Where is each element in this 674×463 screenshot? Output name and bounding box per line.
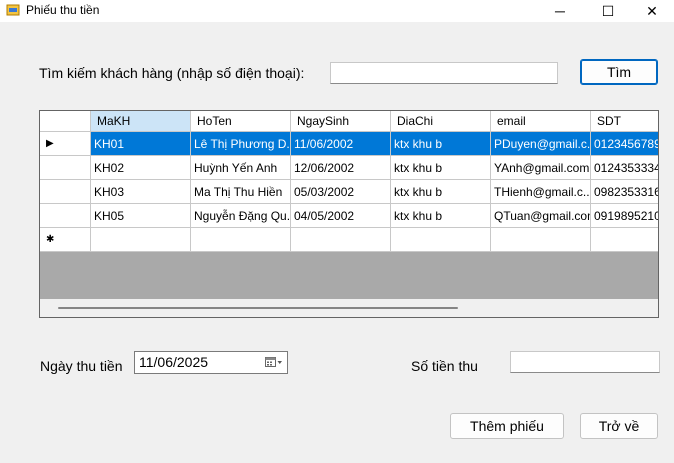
maximize-button[interactable]: ☐: [586, 0, 630, 22]
column-header-diachi[interactable]: DiaChi: [391, 111, 491, 132]
new-row-icon: ✱: [46, 234, 55, 245]
new-cell-makh[interactable]: [91, 228, 191, 252]
column-header-makh[interactable]: MaKH: [91, 111, 191, 132]
search-input[interactable]: [330, 62, 558, 84]
cell-ngaysinh[interactable]: 12/06/2002: [291, 156, 391, 180]
column-header-hoten[interactable]: HoTen: [191, 111, 291, 132]
new-row[interactable]: ✱: [40, 228, 658, 252]
row-header[interactable]: [40, 180, 91, 204]
new-cell-sdt[interactable]: [591, 228, 658, 252]
date-label: Ngày thu tiền: [40, 358, 123, 374]
table-row[interactable]: KH02 Huỳnh Yến Anh 12/06/2002 ktx khu b …: [40, 156, 658, 180]
search-button[interactable]: Tìm: [580, 59, 658, 85]
cell-email[interactable]: QTuan@gmail.com: [491, 204, 591, 228]
amount-label: Số tiền thu: [411, 358, 478, 374]
cell-ngaysinh[interactable]: 05/03/2002: [291, 180, 391, 204]
cell-makh[interactable]: KH03: [91, 180, 191, 204]
cell-hoten[interactable]: Lê Thị Phương D...: [191, 132, 291, 156]
cell-hoten[interactable]: Huỳnh Yến Anh: [191, 156, 291, 180]
new-cell-email[interactable]: [491, 228, 591, 252]
cell-email[interactable]: PDuyen@gmail.c...: [491, 132, 591, 156]
cell-sdt[interactable]: 0123456789: [591, 132, 658, 156]
current-row-icon: ▶: [46, 138, 54, 149]
date-value: 11/06/2025: [139, 354, 209, 370]
title-bar: Phiếu thu tiền ─ ☐ ✕: [0, 0, 674, 22]
app-icon: [6, 4, 20, 16]
cell-email[interactable]: THienh@gmail.c...: [491, 180, 591, 204]
row-header[interactable]: ✱: [40, 228, 91, 252]
cell-email[interactable]: YAnh@gmail.com: [491, 156, 591, 180]
cell-hoten[interactable]: Nguyễn Đặng Qu...: [191, 204, 291, 228]
cell-diachi[interactable]: ktx khu b: [391, 156, 491, 180]
scrollbar-thumb[interactable]: [58, 307, 458, 309]
cell-makh[interactable]: KH05: [91, 204, 191, 228]
table-row[interactable]: KH05 Nguyễn Đặng Qu... 04/05/2002 ktx kh…: [40, 204, 658, 228]
cell-makh[interactable]: KH02: [91, 156, 191, 180]
customer-grid[interactable]: MaKH HoTen NgaySinh DiaChi email SDT ▶ K…: [39, 110, 659, 318]
cell-sdt[interactable]: 0919895210: [591, 204, 658, 228]
cell-makh[interactable]: KH01: [91, 132, 191, 156]
horizontal-scrollbar[interactable]: [40, 299, 658, 317]
cell-diachi[interactable]: ktx khu b: [391, 132, 491, 156]
row-header[interactable]: [40, 204, 91, 228]
new-cell-ngaysinh[interactable]: [291, 228, 391, 252]
row-header[interactable]: ▶: [40, 132, 91, 156]
cell-ngaysinh[interactable]: 11/06/2002: [291, 132, 391, 156]
cell-diachi[interactable]: ktx khu b: [391, 204, 491, 228]
add-receipt-button[interactable]: Thêm phiếu: [450, 413, 564, 439]
table-row[interactable]: KH03 Ma Thị Thu Hiền 05/03/2002 ktx khu …: [40, 180, 658, 204]
search-label: Tìm kiếm khách hàng (nhập số điện thoại)…: [39, 65, 305, 81]
column-header-sdt[interactable]: SDT: [591, 111, 658, 132]
new-cell-hoten[interactable]: [191, 228, 291, 252]
amount-input[interactable]: [510, 351, 660, 373]
new-cell-diachi[interactable]: [391, 228, 491, 252]
table-row[interactable]: ▶ KH01 Lê Thị Phương D... 11/06/2002 ktx…: [40, 132, 658, 156]
column-header-email[interactable]: email: [491, 111, 591, 132]
grid-header: MaKH HoTen NgaySinh DiaChi email SDT: [40, 111, 658, 132]
corner-header-cell[interactable]: [40, 111, 91, 132]
column-header-ngaysinh[interactable]: NgaySinh: [291, 111, 391, 132]
minimize-button[interactable]: ─: [538, 0, 582, 22]
calendar-icon[interactable]: [265, 356, 283, 371]
close-button[interactable]: ✕: [630, 0, 674, 22]
cell-ngaysinh[interactable]: 04/05/2002: [291, 204, 391, 228]
window-title: Phiếu thu tiền: [26, 3, 100, 17]
cell-hoten[interactable]: Ma Thị Thu Hiền: [191, 180, 291, 204]
date-picker[interactable]: 11/06/2025: [134, 351, 288, 374]
back-button[interactable]: Trở về: [580, 413, 658, 439]
cell-sdt[interactable]: 0982353316: [591, 180, 658, 204]
cell-sdt[interactable]: 0124353334: [591, 156, 658, 180]
row-header[interactable]: [40, 156, 91, 180]
cell-diachi[interactable]: ktx khu b: [391, 180, 491, 204]
